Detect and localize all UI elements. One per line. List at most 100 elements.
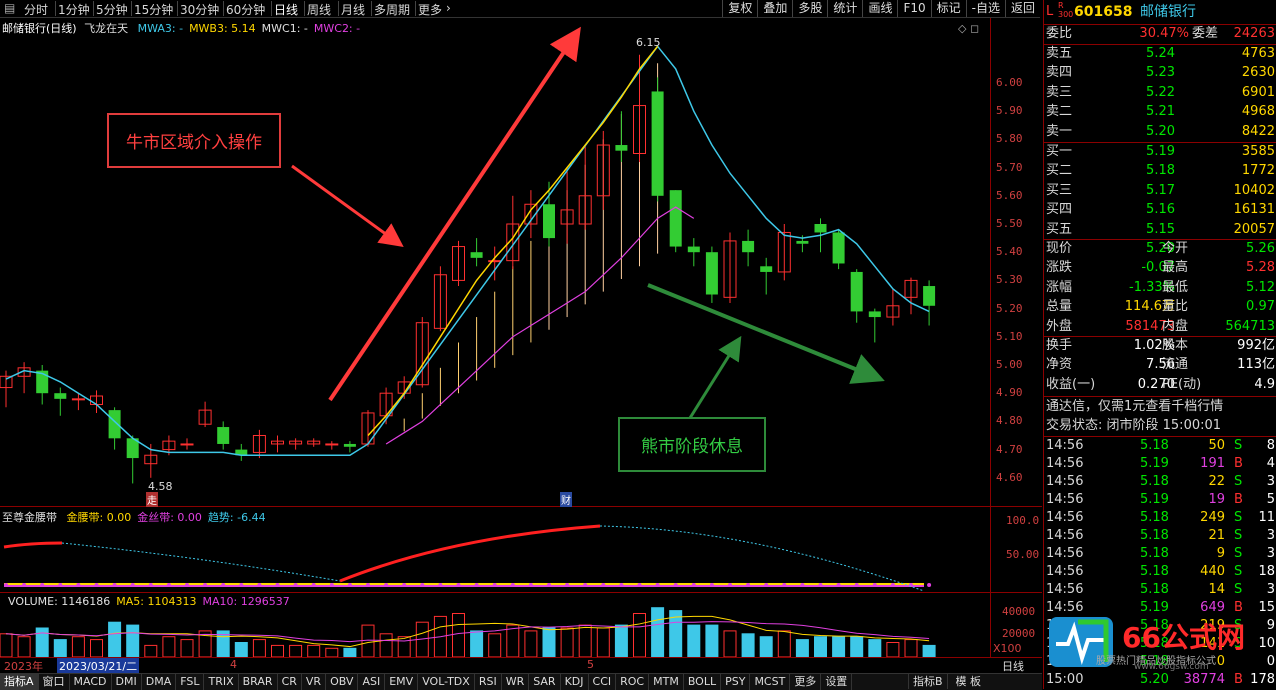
indicator-tab[interactable]: 指标A: [0, 674, 39, 690]
bids-row[interactable]: 买四 5.16 16131: [1044, 201, 1276, 219]
volume-bar[interactable]: [126, 624, 140, 657]
indicator-tab[interactable]: WR: [502, 674, 530, 690]
volume-bar[interactable]: [506, 624, 520, 657]
event-marker-zou[interactable]: 走: [146, 492, 158, 507]
volume-bar[interactable]: [922, 644, 936, 657]
template-tab[interactable]: 模 板: [946, 674, 990, 689]
toolbar-button[interactable]: F10: [897, 0, 930, 17]
candle[interactable]: [578, 145, 592, 230]
toolbar-button[interactable]: 叠加: [757, 0, 792, 17]
candle[interactable]: [415, 317, 429, 388]
candle[interactable]: [886, 288, 900, 326]
indicator-tab[interactable]: BOLL: [684, 674, 722, 690]
toolbar-button[interactable]: -自选: [965, 0, 1005, 17]
volume-bar[interactable]: [397, 636, 411, 657]
candle[interactable]: [0, 370, 13, 408]
volume-bar[interactable]: [687, 624, 701, 657]
volume-bar[interactable]: [0, 633, 13, 657]
bids-row[interactable]: 买二 5.18 1772: [1044, 162, 1276, 180]
volume-bar[interactable]: [108, 621, 122, 657]
toolbar-button[interactable]: 画线: [862, 0, 897, 17]
volume-bar[interactable]: [90, 639, 103, 657]
indicator-tab[interactable]: VOL-TDX: [418, 674, 475, 690]
indicator-tab[interactable]: 设置: [821, 674, 853, 690]
period-tab[interactable]: 15分钟: [134, 1, 173, 18]
volume-bar[interactable]: [850, 636, 864, 657]
candle[interactable]: [923, 280, 936, 326]
period-tab[interactable]: 1分钟: [58, 1, 90, 18]
candle[interactable]: [596, 130, 610, 210]
volume-bar[interactable]: [578, 624, 592, 657]
period-tab[interactable]: 5分钟: [96, 1, 128, 18]
candle[interactable]: [17, 362, 31, 394]
candle[interactable]: [108, 407, 121, 450]
candle[interactable]: [705, 246, 718, 303]
bids-row[interactable]: 买五 5.15 20057: [1044, 221, 1276, 239]
asks-row[interactable]: 卖二 5.21 4968: [1044, 103, 1276, 121]
period-switch-button[interactable]: 日线: [1002, 658, 1024, 674]
volume-bar[interactable]: [741, 633, 755, 657]
volume-bar[interactable]: [343, 647, 357, 657]
candle[interactable]: [868, 308, 881, 343]
volume-bar[interactable]: [904, 639, 918, 657]
volume-bar[interactable]: [234, 642, 248, 658]
candle[interactable]: [669, 190, 682, 253]
candle[interactable]: [289, 438, 303, 450]
volume-bar[interactable]: [814, 636, 827, 657]
indicator-tab[interactable]: KDJ: [561, 674, 589, 690]
candle[interactable]: [307, 438, 321, 447]
volume-bar[interactable]: [705, 624, 719, 657]
more-chevron-icon[interactable]: ›: [446, 1, 451, 15]
candle[interactable]: [271, 435, 284, 453]
indicator-tab[interactable]: SAR: [529, 674, 561, 690]
indicator-tab[interactable]: 窗口: [39, 674, 70, 690]
volume-bar[interactable]: [524, 630, 538, 657]
volume-bar[interactable]: [252, 639, 266, 657]
volume-bar[interactable]: [361, 624, 375, 657]
candle[interactable]: [343, 441, 356, 453]
period-tab[interactable]: 60分钟: [226, 1, 265, 18]
candle[interactable]: [777, 224, 791, 281]
promo-link[interactable]: 通达信，仅需1元查看千档行情: [1044, 398, 1276, 416]
indicator-tab[interactable]: OBV: [326, 674, 359, 690]
candle[interactable]: [543, 181, 555, 247]
candle[interactable]: [832, 229, 845, 270]
indicator-tab[interactable]: MTM: [649, 674, 684, 690]
candle[interactable]: [217, 421, 230, 450]
indicator-tab[interactable]: EMV: [385, 674, 419, 690]
volume-bar[interactable]: [289, 644, 303, 657]
volume-bar[interactable]: [723, 630, 737, 657]
asks-row[interactable]: 卖四 5.23 2630: [1044, 64, 1276, 82]
period-tab[interactable]: 分时: [24, 1, 48, 18]
candle[interactable]: [452, 240, 465, 287]
volume-bar[interactable]: [180, 639, 194, 657]
candle[interactable]: [36, 365, 49, 405]
indicator-tab[interactable]: ASI: [358, 674, 386, 690]
indicator-tab[interactable]: DMI: [112, 674, 142, 690]
candle[interactable]: [850, 269, 863, 323]
volume-bar[interactable]: [470, 630, 484, 657]
volume-bar[interactable]: [560, 627, 574, 657]
volume-bar[interactable]: [325, 647, 339, 657]
volume-bar[interactable]: [379, 633, 393, 657]
toolbar-menu-icon[interactable]: ▤: [4, 1, 15, 15]
indicator-tab[interactable]: MACD: [70, 674, 112, 690]
toolbar-button[interactable]: 返回: [1004, 0, 1040, 17]
bids-row[interactable]: 买一 5.19 3585: [1044, 143, 1276, 161]
toolbar-button[interactable]: 标记: [930, 0, 966, 17]
indicator-tab[interactable]: DMA: [142, 674, 177, 690]
volume-bar[interactable]: [633, 613, 646, 658]
period-tab[interactable]: 日线: [274, 1, 298, 18]
candle[interactable]: [54, 387, 67, 416]
candle[interactable]: [904, 277, 918, 315]
indicator-tab[interactable]: BRAR: [239, 674, 278, 690]
volume-bar[interactable]: [53, 639, 67, 657]
asks-row[interactable]: 卖三 5.22 6901: [1044, 84, 1276, 102]
candle[interactable]: [180, 438, 194, 450]
indicator-b-tab[interactable]: 指标B: [908, 674, 947, 689]
candle[interactable]: [615, 111, 628, 162]
period-tab[interactable]: 多周期: [374, 1, 410, 18]
indicator-tab[interactable]: ROC: [616, 674, 650, 690]
candle[interactable]: [433, 266, 447, 332]
indicator-tab[interactable]: 更多: [790, 674, 822, 690]
